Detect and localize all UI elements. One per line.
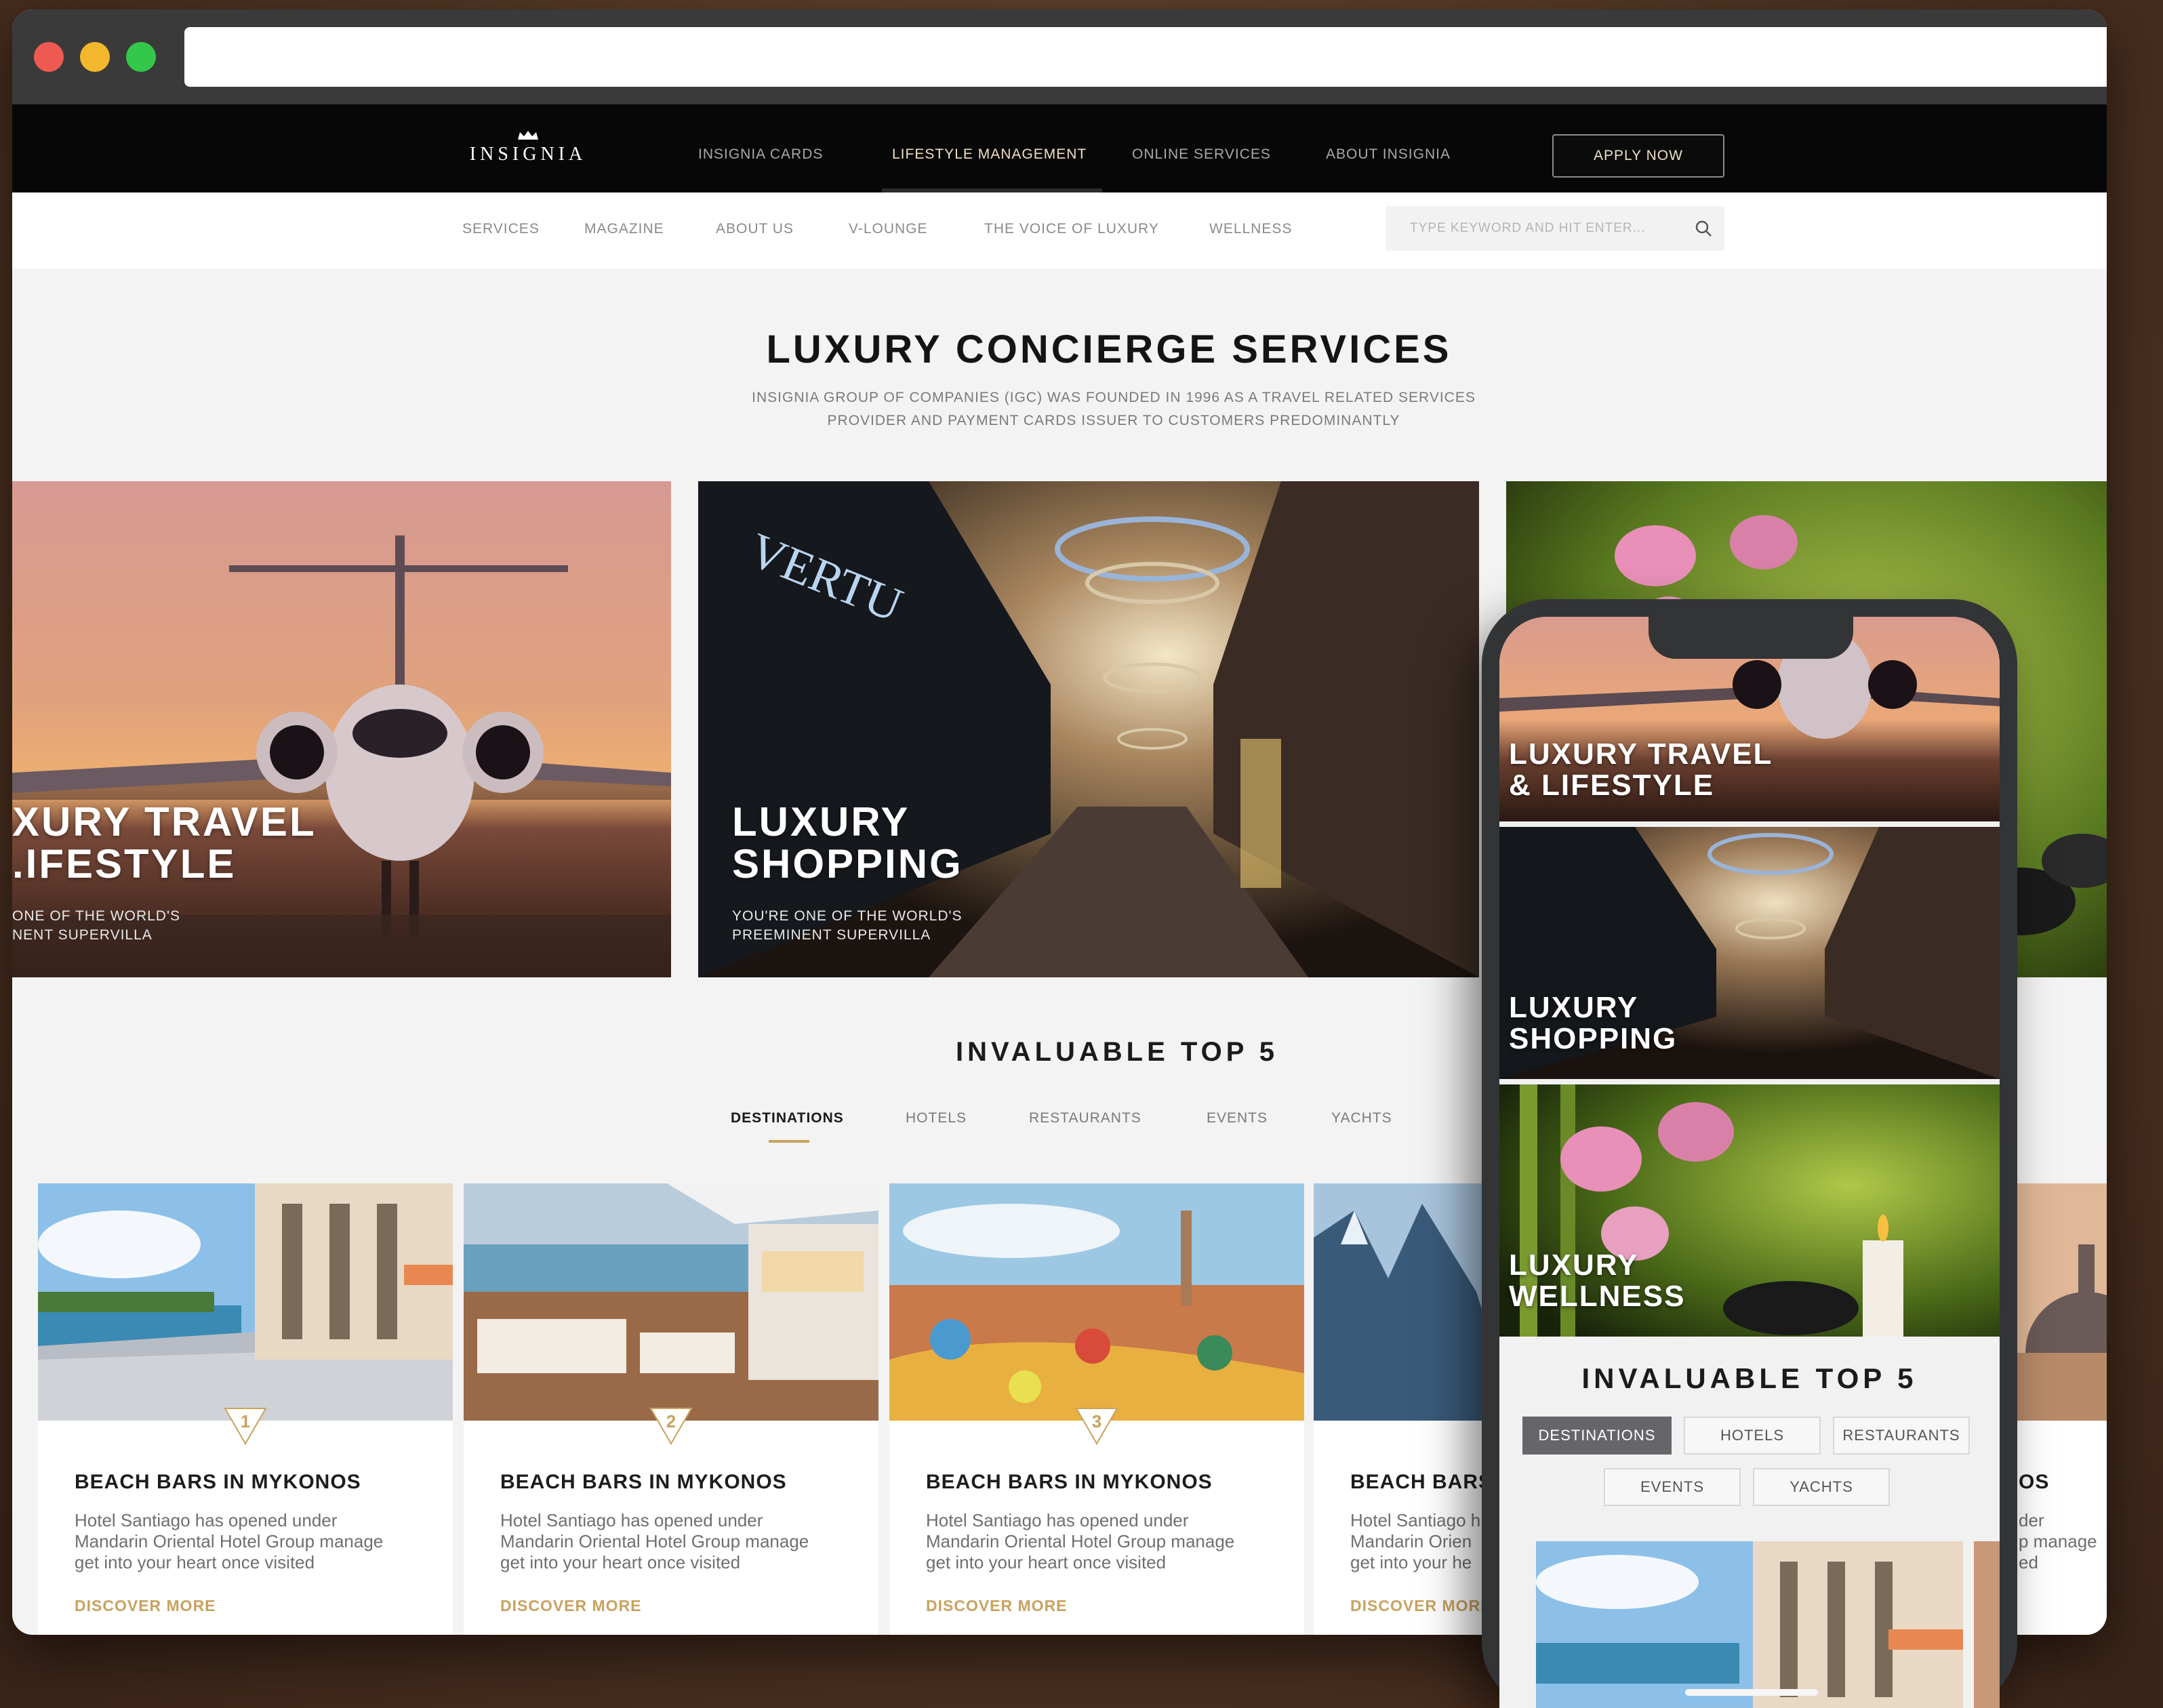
destination-card[interactable]: 2 BEACH BARS IN MYKONOS Hotel Santiago h…: [464, 1183, 878, 1635]
phone-tab-restaurants[interactable]: RESTAURANTS: [1833, 1417, 1970, 1455]
nav-insignia-cards[interactable]: INSIGNIA CARDS: [698, 146, 823, 163]
nav-lifestyle-management[interactable]: LIFESTYLE MANAGEMENT: [892, 146, 1087, 163]
discover-more-link[interactable]: DISCOVER MORE: [500, 1597, 642, 1615]
phone-tab-destinations[interactable]: DESTINATIONS: [1522, 1417, 1672, 1455]
crown-icon: [518, 131, 538, 140]
destination-card[interactable]: 1 BEACH BARS IN MYKONOS Hotel Santiago h…: [38, 1183, 453, 1635]
subnav-about-us[interactable]: ABOUT US: [716, 221, 794, 237]
top5-title: INVALUABLE TOP 5: [955, 1037, 1279, 1067]
rank-badge: 3: [1072, 1402, 1121, 1450]
phone-card-title: LUXURY TRAVEL & LIFESTYLE: [1509, 737, 1773, 802]
nav-online-services[interactable]: ONLINE SERVICES: [1132, 146, 1271, 163]
subnav-magazine[interactable]: MAGAZINE: [584, 221, 664, 237]
phone-tab-hotels[interactable]: HOTELS: [1684, 1417, 1821, 1455]
subnav-v-lounge[interactable]: V-LOUNGE: [849, 221, 928, 237]
tab-restaurants[interactable]: RESTAURANTS: [1029, 1110, 1141, 1126]
phone-destination-card[interactable]: [1536, 1541, 1963, 1708]
destination-photo: [38, 1183, 453, 1421]
phone-card-shopping[interactable]: LUXURY SHOPPING: [1499, 827, 2000, 1079]
discover-more-link[interactable]: DISCOVER MORE: [926, 1597, 1068, 1615]
close-window-button[interactable]: [34, 42, 64, 72]
jet-photo: [12, 481, 671, 977]
phone-mockup: LUXURY TRAVEL & LIFESTYLE LUXURY SHOPPIN…: [1482, 599, 2017, 1708]
discover-more-link[interactable]: DISCOVER MORE: [75, 1597, 216, 1615]
tab-events[interactable]: EVENTS: [1207, 1110, 1268, 1126]
home-indicator: [1685, 1689, 1818, 1696]
subnav-wellness[interactable]: WELLNESS: [1209, 221, 1292, 237]
service-card-title: XURY TRAVEL .IFESTYLE: [12, 799, 317, 887]
address-bar[interactable]: [184, 27, 2107, 87]
service-card-subtitle: ONE OF THE WORLD'S NENT SUPERVILLA: [12, 908, 180, 943]
phone-notch: [1649, 617, 1853, 659]
phone-tab-yachts[interactable]: YACHTS: [1753, 1468, 1890, 1506]
service-card-shopping[interactable]: VERTU LUXURY SHOPPING YOU'RE ONE OF THE …: [698, 481, 1479, 977]
tab-hotels[interactable]: HOTELS: [906, 1110, 967, 1126]
phone-tab-events[interactable]: EVENTS: [1604, 1468, 1741, 1506]
phone-screen: LUXURY TRAVEL & LIFESTYLE LUXURY SHOPPIN…: [1499, 617, 2000, 1708]
active-tab-indicator: [769, 1140, 809, 1143]
phone-card-wellness[interactable]: LUXURY WELLNESS: [1499, 1084, 2000, 1337]
destination-photo: [464, 1183, 878, 1421]
service-card-subtitle: YOU'RE ONE OF THE WORLD'S PREEMINENT SUP…: [732, 908, 963, 943]
phone-top5-title: INVALUABLE TOP 5: [1581, 1362, 1918, 1394]
search-icon[interactable]: [1695, 220, 1712, 237]
page-title: LUXURY CONCIERGE SERVICES: [766, 327, 1452, 371]
search-input[interactable]: [1386, 206, 1684, 251]
browser-chrome: [12, 9, 2107, 104]
logo-text: INSIGNIA: [469, 144, 587, 165]
search-box: [1386, 206, 1724, 251]
phone-card-title: LUXURY SHOPPING: [1509, 991, 1678, 1055]
discover-more-link[interactable]: DISCOVER MORE: [1350, 1597, 1492, 1615]
destination-title: BEACH BARS IN MYKONOS: [75, 1471, 361, 1493]
top-nav: INSIGNIA INSIGNIA CARDS LIFESTYLE MANAGE…: [12, 104, 2107, 192]
destination-photo: [889, 1183, 1304, 1421]
sub-nav: SERVICES MAGAZINE ABOUT US V-LOUNGE THE …: [12, 192, 2107, 268]
destination-text: Hotel Santiago has opened under Mandarin…: [926, 1510, 1235, 1572]
destination-text: der p manage ed: [2019, 1510, 2097, 1572]
tab-destinations[interactable]: DESTINATIONS: [731, 1110, 844, 1126]
destination-text: Hotel Santiago has opened under Mandarin…: [500, 1510, 809, 1572]
destination-title: OS: [2019, 1471, 2050, 1493]
subnav-services[interactable]: SERVICES: [462, 221, 540, 237]
destination-title: BEACH BARS IN MYKONOS: [500, 1471, 787, 1493]
nav-about-insignia[interactable]: ABOUT INSIGNIA: [1326, 146, 1451, 163]
destination-text: Hotel Santiago has opened under Mandarin…: [75, 1510, 384, 1572]
subnav-voice-of-luxury[interactable]: THE VOICE OF LUXURY: [984, 221, 1159, 237]
tab-yachts[interactable]: YACHTS: [1331, 1110, 1392, 1126]
apply-now-button[interactable]: APPLY NOW: [1552, 134, 1724, 178]
insignia-logo[interactable]: INSIGNIA: [464, 130, 592, 171]
destination-photo: [1536, 1541, 1963, 1708]
phone-card-title: LUXURY WELLNESS: [1509, 1248, 1686, 1313]
mall-photo: VERTU: [698, 481, 1479, 977]
service-card-travel[interactable]: XURY TRAVEL .IFESTYLE ONE OF THE WORLD'S…: [12, 481, 671, 977]
destination-card[interactable]: 3 BEACH BARS IN MYKONOS Hotel Santiago h…: [889, 1183, 1304, 1635]
destination-title: BEACH BARS IN MYKONOS: [926, 1471, 1213, 1493]
minimize-window-button[interactable]: [80, 42, 110, 72]
service-card-title: LUXURY SHOPPING: [732, 799, 963, 887]
maximize-window-button[interactable]: [126, 42, 156, 72]
rank-badge: 2: [647, 1402, 695, 1450]
destination-title: BEACH BARS: [1350, 1471, 1493, 1493]
rank-badge: 1: [221, 1402, 270, 1450]
phone-destination-card-peek[interactable]: [1974, 1541, 2000, 1708]
page-description: INSIGNIA GROUP OF COMPANIES (IGC) WAS FO…: [752, 390, 1476, 428]
